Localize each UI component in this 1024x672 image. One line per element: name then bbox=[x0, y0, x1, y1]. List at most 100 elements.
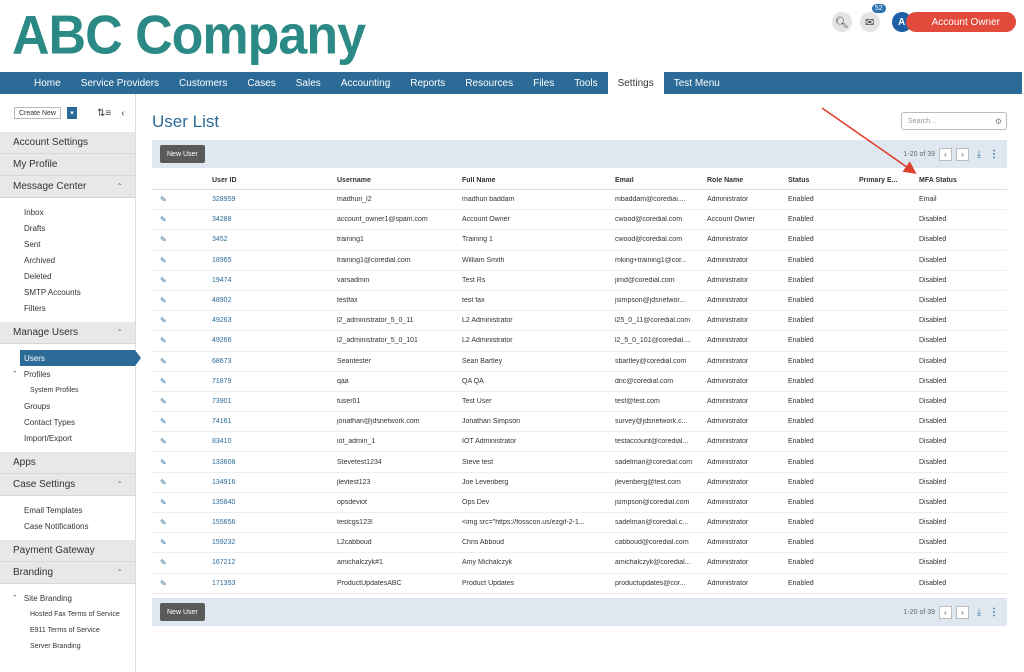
edit-icon[interactable]: ✎ bbox=[152, 195, 212, 204]
edit-icon[interactable]: ✎ bbox=[152, 235, 212, 244]
table-row[interactable]: ✎ 134916 jlevtest123 Joe Levenberg jlevenber… bbox=[152, 473, 1007, 493]
edit-icon[interactable]: ✎ bbox=[152, 458, 212, 467]
cell-user-id[interactable]: 49266 bbox=[212, 337, 337, 344]
edit-icon[interactable]: ✎ bbox=[152, 357, 212, 366]
edit-icon[interactable]: ✎ bbox=[152, 215, 212, 224]
search-button[interactable]: 🔍︎ bbox=[831, 12, 852, 32]
nav-item-resources[interactable]: Resources bbox=[455, 72, 523, 94]
clear-icon[interactable]: ⚙ bbox=[995, 117, 1002, 126]
sort-icon[interactable]: ⇅≡ bbox=[97, 108, 111, 119]
table-row[interactable]: ✎ 49266 l2_administrator_5_0_101 L2 Adminis… bbox=[152, 331, 1007, 352]
more-options-icon[interactable]: ⋮ bbox=[989, 149, 999, 160]
cell-user-id[interactable]: 159232 bbox=[212, 539, 337, 546]
sidebar-item-inbox[interactable]: Inbox bbox=[0, 204, 135, 220]
sidebar-manage-users[interactable]: Manage Users ⌃ bbox=[0, 322, 135, 344]
create-new-dropdown[interactable]: ▾ bbox=[66, 107, 77, 119]
cell-user-id[interactable]: 3452 bbox=[212, 236, 337, 243]
edit-icon[interactable]: ✎ bbox=[152, 498, 212, 507]
table-row[interactable]: ✎ 73901 tuser01 Test User test@test.com Admin… bbox=[152, 392, 1007, 413]
sidebar-payment-gateway[interactable]: Payment Gateway bbox=[0, 540, 135, 562]
nav-item-settings[interactable]: Settings bbox=[607, 72, 664, 94]
cell-user-id[interactable]: 73901 bbox=[212, 398, 337, 405]
cell-user-id[interactable]: 71879 bbox=[212, 378, 337, 385]
table-row[interactable]: ✎ 19474 varsadmin Test Rs jimd@coredial.com A… bbox=[152, 271, 1007, 291]
edit-icon[interactable]: ✎ bbox=[152, 276, 212, 285]
new-user-button[interactable]: New User bbox=[160, 603, 205, 621]
cell-user-id[interactable]: 155656 bbox=[212, 519, 337, 526]
edit-icon[interactable]: ✎ bbox=[152, 336, 212, 345]
nav-item-service-providers[interactable]: Service Providers bbox=[71, 72, 169, 94]
sidebar-item-email-templates[interactable]: Email Templates bbox=[0, 502, 135, 518]
next-page-button[interactable]: › bbox=[956, 605, 970, 619]
edit-icon[interactable]: ✎ bbox=[152, 437, 212, 446]
table-row[interactable]: ✎ 167212 amichalczyk#1 Amy Michalczyk amicha… bbox=[152, 553, 1007, 574]
sidebar-item-profiles[interactable]: ⌃ Profiles bbox=[0, 366, 135, 382]
column-header-username[interactable]: Username bbox=[337, 177, 462, 184]
prev-page-button[interactable]: ‹ bbox=[939, 147, 953, 161]
nav-item-cases[interactable]: Cases bbox=[237, 72, 285, 94]
table-row[interactable]: ✎ 18965 training1@coredial.com William Smit… bbox=[152, 251, 1007, 271]
table-row[interactable]: ✎ 49263 l2_administrator_5_0_11 L2 Administ… bbox=[152, 311, 1007, 332]
edit-icon[interactable]: ✎ bbox=[152, 377, 212, 386]
sidebar-item-users[interactable]: Users bbox=[20, 350, 141, 366]
table-row[interactable]: ✎ 48902 testfax test fax jsimpson@jdsnetwor.… bbox=[152, 291, 1007, 312]
cell-user-id[interactable]: 19474 bbox=[212, 277, 337, 284]
messages-button[interactable]: ✉ 52 bbox=[859, 4, 886, 32]
more-options-icon[interactable]: ⋮ bbox=[989, 607, 999, 618]
sidebar-item-smtp-accounts[interactable]: SMTP Accounts bbox=[0, 284, 135, 300]
sidebar-my-profile[interactable]: My Profile bbox=[0, 154, 135, 176]
sidebar-item-site-branding[interactable]: ⌃ Site Branding bbox=[0, 590, 135, 606]
nav-item-accounting[interactable]: Accounting bbox=[331, 72, 400, 94]
nav-item-sales[interactable]: Sales bbox=[286, 72, 331, 94]
account-owner-button[interactable]: Account Owner bbox=[905, 12, 1016, 32]
sidebar-item-groups[interactable]: Groups bbox=[0, 398, 135, 414]
column-header-status[interactable]: Status bbox=[788, 177, 859, 184]
cell-user-id[interactable]: 18965 bbox=[212, 257, 337, 264]
cell-user-id[interactable]: 328959 bbox=[212, 196, 337, 203]
sidebar-branding[interactable]: Branding ⌃ bbox=[0, 562, 135, 584]
sidebar-item-import-export[interactable]: Import/Export bbox=[0, 430, 135, 446]
sidebar-message-center[interactable]: Message Center ⌃ bbox=[0, 176, 135, 198]
prev-page-button[interactable]: ‹ bbox=[939, 605, 953, 619]
download-icon[interactable]: ⤓ bbox=[977, 149, 981, 160]
cell-user-id[interactable]: 68673 bbox=[212, 358, 337, 365]
sidebar-account-settings[interactable]: Account Settings bbox=[0, 132, 135, 154]
column-header-email[interactable]: Email bbox=[615, 177, 707, 184]
edit-icon[interactable]: ✎ bbox=[152, 558, 212, 567]
sidebar-item-drafts[interactable]: Drafts bbox=[0, 220, 135, 236]
edit-icon[interactable]: ✎ bbox=[152, 478, 212, 487]
table-row[interactable]: ✎ 34288 account_owner1@spam.com Account Own… bbox=[152, 210, 1007, 231]
next-page-button[interactable]: › bbox=[956, 147, 970, 161]
sidebar-case-settings[interactable]: Case Settings ⌃ bbox=[0, 474, 135, 496]
edit-icon[interactable]: ✎ bbox=[152, 538, 212, 547]
sidebar-item-e911-terms-of-service[interactable]: E911 Terms of Service bbox=[0, 622, 135, 638]
sidebar-item-deleted[interactable]: Deleted bbox=[0, 268, 135, 284]
new-user-button[interactable]: New User bbox=[160, 145, 205, 163]
column-header-full-name[interactable]: Full Name bbox=[462, 177, 615, 184]
cell-user-id[interactable]: 171353 bbox=[212, 580, 337, 587]
nav-item-customers[interactable]: Customers bbox=[169, 72, 237, 94]
table-row[interactable]: ✎ 71879 qaa QA QA dnc@coredial.com Administra… bbox=[152, 372, 1007, 392]
edit-icon[interactable]: ✎ bbox=[152, 316, 212, 325]
table-row[interactable]: ✎ 155656 testcgs123! <img src="https://foss… bbox=[152, 513, 1007, 534]
edit-icon[interactable]: ✎ bbox=[152, 518, 212, 527]
table-row[interactable]: ✎ 74161 jonathan@jdsnetwork.com Jonathan Si… bbox=[152, 412, 1007, 433]
cell-user-id[interactable]: 167212 bbox=[212, 559, 337, 566]
cell-user-id[interactable]: 134916 bbox=[212, 479, 337, 486]
nav-item-tools[interactable]: Tools bbox=[564, 72, 607, 94]
nav-item-files[interactable]: Files bbox=[523, 72, 564, 94]
download-icon[interactable]: ⤓ bbox=[977, 607, 981, 618]
edit-icon[interactable]: ✎ bbox=[152, 417, 212, 426]
column-header-primary-e[interactable]: Primary E... bbox=[859, 177, 919, 184]
table-row[interactable]: ✎ 171353 ProductUpdatesABC Product Updates p… bbox=[152, 574, 1007, 594]
table-row[interactable]: ✎ 328959 madhuri_l2 madhuri baddam mbaddam@c… bbox=[152, 190, 1007, 211]
table-row[interactable]: ✎ 83410 iot_admin_1 IOT Administrator testac… bbox=[152, 432, 1007, 453]
sidebar-apps[interactable]: Apps bbox=[0, 452, 135, 474]
sidebar-item-server-branding[interactable]: Server Branding bbox=[0, 638, 135, 654]
cell-user-id[interactable]: 48902 bbox=[212, 297, 337, 304]
column-header-user-id[interactable]: User ID bbox=[212, 177, 337, 184]
sidebar-item-filters[interactable]: Filters bbox=[0, 300, 135, 316]
cell-user-id[interactable]: 34288 bbox=[212, 216, 337, 223]
table-row[interactable]: ✎ 3452 training1 Training 1 cwood@coredial.c… bbox=[152, 230, 1007, 251]
table-row[interactable]: ✎ 68673 Seantester Sean Bartley sbartley@cor… bbox=[152, 352, 1007, 372]
